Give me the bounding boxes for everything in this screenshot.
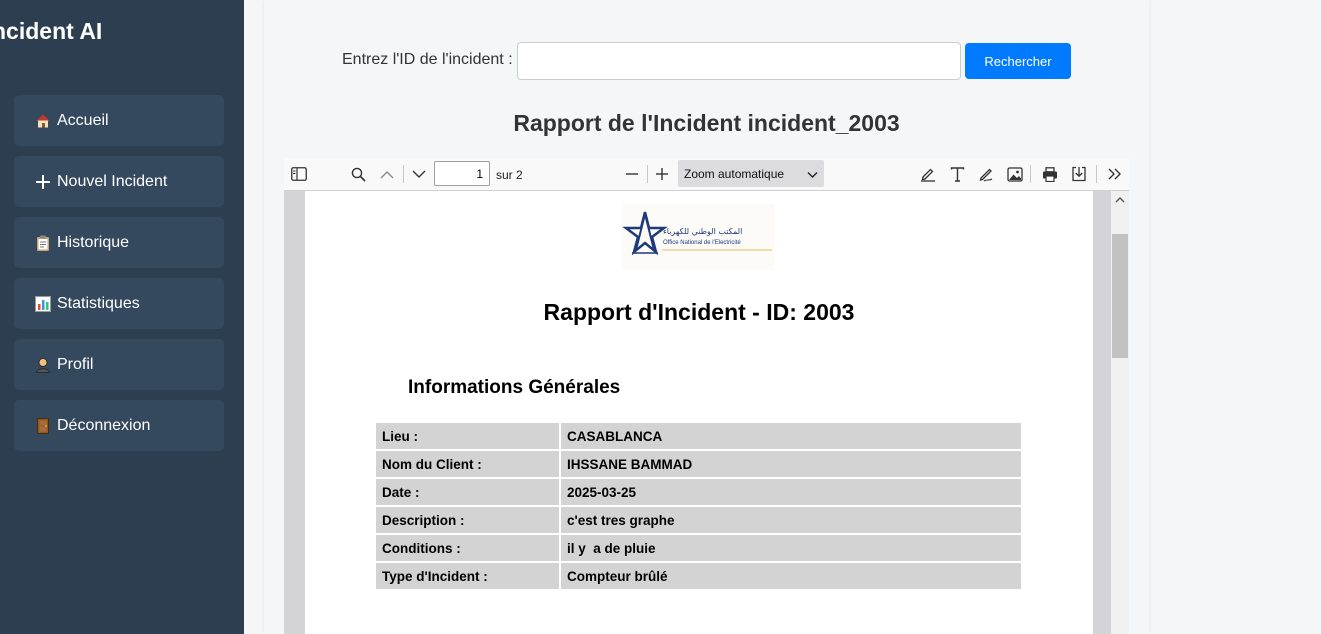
toolbar-divider: [1030, 165, 1031, 183]
sidebar-item-accueil[interactable]: Accueil: [14, 95, 224, 146]
clipboard-icon: [34, 235, 52, 251]
sidebar-item-label: Nouvel Incident: [57, 172, 168, 190]
incident-id-input[interactable]: [517, 42, 961, 80]
search-icon[interactable]: [346, 163, 370, 185]
logo-text-arabic: المكتب الوطني للكهرباء: [663, 227, 743, 236]
table-row: Lieu : CASABLANCA: [376, 423, 1021, 449]
table-row: Conditions : il y a de pluie: [376, 535, 1021, 561]
toolbar-divider: [403, 165, 404, 183]
draw-icon[interactable]: [974, 163, 998, 185]
toolbar-divider: [1096, 165, 1097, 183]
sidebar-item-label: Profil: [57, 355, 94, 373]
more-tools-icon[interactable]: [1102, 163, 1126, 185]
sidebar-item-profil[interactable]: Profil: [14, 339, 224, 390]
sidebar-item-statistiques[interactable]: Statistiques: [14, 278, 224, 329]
sidebar-item-label: Statistiques: [57, 294, 140, 312]
row-key: Date :: [376, 479, 559, 505]
row-key: Conditions :: [376, 535, 559, 561]
sidebar-item-label: Déconnexion: [57, 416, 151, 434]
print-icon[interactable]: [1038, 163, 1062, 185]
company-logo: [622, 204, 774, 270]
zoom-label: Zoom automatique: [684, 166, 785, 181]
table-row: Nom du Client : IHSSANE BAMMAD: [376, 451, 1021, 477]
table-row: Type d'Incident : Compteur brûlé: [376, 563, 1021, 589]
user-icon: [34, 357, 52, 373]
sidebar-item-label: Historique: [57, 233, 130, 251]
image-icon[interactable]: [1003, 163, 1027, 185]
app-brand: ncident AI: [0, 18, 103, 44]
row-key: Type d'Incident :: [376, 563, 559, 589]
row-value: CASABLANCA: [561, 423, 1021, 449]
toolbar-divider: [647, 165, 648, 183]
next-page-icon[interactable]: [407, 163, 431, 185]
sidebar-item-historique[interactable]: Historique: [14, 217, 224, 268]
highlight-icon[interactable]: [916, 163, 940, 185]
table-row: Description : c'est tres graphe: [376, 507, 1021, 533]
row-value: c'est tres graphe: [561, 507, 1021, 533]
sidebar-item-deconnexion[interactable]: Déconnexion: [14, 400, 224, 451]
row-key: Description :: [376, 507, 559, 533]
page-number-input[interactable]: [434, 161, 490, 186]
previous-page-icon[interactable]: [375, 163, 399, 185]
house-icon: [34, 113, 52, 129]
plus-icon: [34, 174, 52, 190]
sidebar-toggle-icon[interactable]: [287, 163, 311, 185]
incident-id-label: Entrez l'ID de l'incident :: [342, 51, 513, 68]
zoom-out-icon[interactable]: [620, 163, 644, 185]
info-table: Lieu : CASABLANCA Nom du Client : IHSSAN…: [374, 421, 1023, 591]
scroll-up-icon[interactable]: [1111, 191, 1129, 207]
chevron-down-icon: [807, 168, 818, 182]
row-value: Compteur brûlé: [561, 563, 1021, 589]
sidebar-item-nouvel-incident[interactable]: Nouvel Incident: [14, 156, 224, 207]
document-section-title: Informations Générales: [408, 377, 621, 398]
row-value: 2025-03-25: [561, 479, 1021, 505]
zoom-in-icon[interactable]: [650, 163, 674, 185]
search-button[interactable]: Rechercher: [965, 43, 1071, 79]
row-key: Nom du Client :: [376, 451, 559, 477]
page-total: sur 2: [496, 168, 523, 182]
report-title: Rapport de l'Incident incident_2003: [513, 110, 900, 136]
document-title: Rapport d'Incident - ID: 2003: [543, 299, 855, 325]
scrollbar-thumb[interactable]: [1112, 234, 1128, 358]
row-value: IHSSANE BAMMAD: [561, 451, 1021, 477]
door-icon: [34, 417, 52, 434]
logo-text-french: Office National de l'Electricité: [663, 240, 741, 246]
table-row: Date : 2025-03-25: [376, 479, 1021, 505]
text-tool-icon[interactable]: [945, 163, 969, 185]
save-icon[interactable]: [1067, 163, 1091, 185]
sidebar-item-label: Accueil: [57, 111, 109, 129]
row-key: Lieu :: [376, 423, 559, 449]
zoom-select[interactable]: Zoom automatique: [678, 160, 824, 187]
row-value: il y a de pluie: [561, 535, 1021, 561]
bar-chart-icon: [34, 295, 52, 312]
